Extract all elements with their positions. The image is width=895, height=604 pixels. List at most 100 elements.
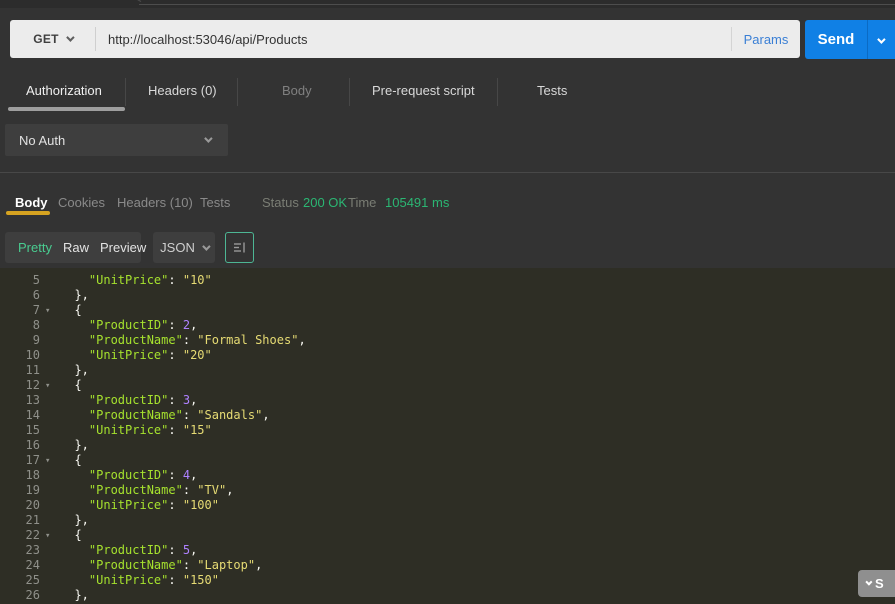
line-number: 16 (0, 438, 40, 453)
gutter-spacer (40, 363, 60, 378)
code-text: "ProductName": "TV", (60, 483, 233, 498)
gutter-spacer (40, 468, 60, 483)
code-line: 19 "ProductName": "TV", (0, 483, 895, 498)
line-number: 17 (0, 453, 40, 468)
code-line: 16 }, (0, 438, 895, 453)
auth-type-select[interactable]: No Auth (5, 124, 228, 156)
tab-divider (237, 78, 238, 106)
code-text: "ProductID": 5, (60, 543, 197, 558)
time-label: Time (348, 195, 376, 210)
gutter-spacer (40, 393, 60, 408)
authorization-panel: No Auth (0, 116, 895, 172)
request-tab-pre-request-script[interactable]: Pre-request script (372, 83, 475, 98)
save-flap-button[interactable]: S (858, 570, 895, 597)
chevron-down-icon (204, 134, 212, 142)
request-tab-authorization[interactable]: Authorization (26, 83, 102, 98)
gutter-spacer (40, 438, 60, 453)
code-line: 14 "ProductName": "Sandals", (0, 408, 895, 423)
response-tab-body[interactable]: Body (15, 195, 48, 210)
send-button-label: Send (805, 31, 867, 48)
send-split-divider (867, 20, 868, 59)
active-request-tab-underline (8, 107, 125, 111)
http-method-label: GET (33, 32, 59, 46)
gutter-spacer (40, 483, 60, 498)
fold-toggle-icon[interactable]: ▾ (40, 528, 60, 543)
code-text: "ProductName": "Sandals", (60, 408, 270, 423)
params-button[interactable]: Params (732, 32, 800, 47)
status-label: Status (262, 195, 299, 210)
code-text: }, (60, 588, 89, 603)
code-lines: 5 "UnitPrice": "10"6 },7▾ {8 "ProductID"… (0, 273, 895, 603)
code-line: 17▾ { (0, 453, 895, 468)
save-flap-label: S (875, 576, 884, 591)
request-tab-outline (139, 4, 895, 5)
line-number: 26 (0, 588, 40, 603)
code-line: 22▾ { (0, 528, 895, 543)
code-text: }, (60, 363, 89, 378)
line-number: 5 (0, 273, 40, 288)
line-number: 11 (0, 363, 40, 378)
line-number: 7 (0, 303, 40, 318)
code-line: 25 "UnitPrice": "150" (0, 573, 895, 588)
gutter-spacer (40, 573, 60, 588)
fold-toggle-icon[interactable]: ▾ (40, 378, 60, 393)
response-tab-tests[interactable]: Tests (200, 195, 230, 210)
line-number: 25 (0, 573, 40, 588)
request-tab-tests[interactable]: Tests (537, 83, 567, 98)
line-number: 8 (0, 318, 40, 333)
line-number: 10 (0, 348, 40, 363)
gutter-spacer (40, 543, 60, 558)
request-tab-headers-0-[interactable]: Headers (0) (148, 83, 217, 98)
view-mode-raw[interactable]: Raw (63, 240, 89, 255)
line-number: 15 (0, 423, 40, 438)
line-number: 12 (0, 378, 40, 393)
gutter-spacer (40, 558, 60, 573)
code-line: 26 }, (0, 588, 895, 603)
request-tabs-bar: Authorization Headers (0) Body Pre-request … (0, 68, 895, 116)
chevron-down-icon (877, 35, 885, 43)
gutter-spacer (40, 288, 60, 303)
response-meta-bar: BodyCookiesHeaders (10)Tests Status 200 … (0, 173, 895, 228)
response-tab-headers-10-[interactable]: Headers (10) (117, 195, 193, 210)
response-tab-cookies[interactable]: Cookies (58, 195, 105, 210)
fold-toggle-icon[interactable]: ▾ (40, 453, 60, 468)
request-tab-strip (0, 0, 895, 8)
gutter-spacer (40, 588, 60, 603)
code-text: "ProductName": "Laptop", (60, 558, 262, 573)
code-line: 13 "ProductID": 3, (0, 393, 895, 408)
http-method-select[interactable]: GET (10, 20, 95, 58)
code-text: "ProductID": 2, (60, 318, 197, 333)
tab-divider (125, 78, 126, 106)
send-button[interactable]: Send (805, 20, 895, 59)
fold-toggle-icon[interactable]: ▾ (40, 303, 60, 318)
line-number: 22 (0, 528, 40, 543)
url-input[interactable] (96, 32, 731, 47)
line-number: 18 (0, 468, 40, 483)
request-tab-body[interactable]: Body (282, 83, 312, 98)
chevron-down-icon (66, 33, 74, 41)
gutter-spacer (40, 273, 60, 288)
view-mode-pretty[interactable]: Pretty (18, 240, 52, 255)
gutter-spacer (40, 498, 60, 513)
code-text: { (60, 528, 82, 543)
chevron-down-icon (865, 579, 872, 586)
send-options-button[interactable] (877, 31, 883, 49)
line-number: 6 (0, 288, 40, 303)
response-body-viewer[interactable]: 5 "UnitPrice": "10"6 },7▾ {8 "ProductID"… (0, 268, 895, 604)
code-text: "UnitPrice": "150" (60, 573, 219, 588)
wrap-text-button[interactable] (225, 232, 254, 263)
code-text: }, (60, 438, 89, 453)
line-number: 14 (0, 408, 40, 423)
line-number: 9 (0, 333, 40, 348)
language-select[interactable]: JSON (153, 232, 215, 263)
code-text: }, (60, 288, 89, 303)
view-mode-preview[interactable]: Preview (100, 240, 146, 255)
code-text: }, (60, 513, 89, 528)
code-line: 7▾ { (0, 303, 895, 318)
active-response-tab-underline (6, 211, 50, 215)
code-text: { (60, 303, 82, 318)
code-text: { (60, 378, 82, 393)
tab-divider (349, 78, 350, 106)
gutter-spacer (40, 348, 60, 363)
code-text: "ProductID": 3, (60, 393, 197, 408)
